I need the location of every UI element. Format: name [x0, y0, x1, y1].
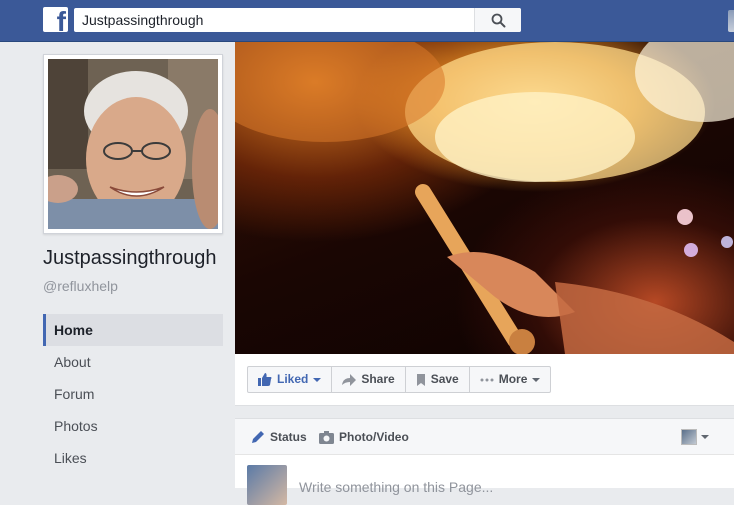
more-label: More: [498, 372, 528, 386]
top-bar: f: [0, 0, 734, 42]
composer-placeholder[interactable]: Write something on this Page...: [299, 479, 493, 495]
share-arrow-icon: [342, 373, 357, 386]
photo-video-label: Photo/Video: [339, 430, 409, 444]
tab-status[interactable]: Status: [251, 419, 307, 455]
save-button[interactable]: Save: [406, 367, 470, 392]
bookmark-icon: [416, 373, 425, 386]
cover-fire-illustration: [235, 42, 734, 354]
page-action-bar: Liked Share Save More: [235, 354, 734, 406]
nav-item-forum[interactable]: Forum: [43, 378, 223, 410]
chevron-down-icon: [313, 377, 322, 382]
search-input[interactable]: [74, 8, 474, 32]
tab-photo-video[interactable]: Photo/Video: [319, 419, 409, 455]
save-label: Save: [430, 372, 459, 386]
more-button[interactable]: More: [470, 367, 551, 392]
chevron-down-icon[interactable]: [701, 435, 709, 439]
facebook-logo-icon[interactable]: f: [43, 7, 68, 32]
pencil-icon: [252, 431, 264, 443]
camera-icon: [319, 430, 334, 444]
status-label: Status: [270, 430, 307, 444]
share-label: Share: [361, 372, 395, 386]
page-handle[interactable]: @refluxhelp: [43, 278, 118, 294]
liked-label: Liked: [277, 372, 309, 386]
profile-photo-illustration: [48, 59, 218, 229]
avatar: [247, 465, 287, 505]
chevron-down-icon: [532, 377, 541, 382]
nav-item-photos[interactable]: Photos: [43, 410, 223, 442]
search-icon: [491, 13, 506, 28]
nav-item-likes[interactable]: Likes: [43, 442, 223, 474]
account-avatar[interactable]: [728, 10, 734, 32]
cover-photo[interactable]: [235, 42, 734, 354]
logo-letter: f: [56, 7, 66, 33]
composer-tabs: Status Photo/Video: [235, 419, 734, 455]
search-box: [74, 8, 521, 32]
composer-body[interactable]: Write something on this Page...: [235, 455, 734, 505]
search-button[interactable]: [474, 8, 521, 32]
thumbs-up-icon: [258, 373, 272, 386]
profile-picture-frame[interactable]: [43, 54, 223, 234]
nav-item-home[interactable]: Home: [43, 314, 223, 346]
post-composer: Status Photo/Video Write something on th…: [235, 418, 734, 505]
page-nav: Home About Forum Photos Likes: [43, 314, 223, 474]
action-button-group: Liked Share Save More: [247, 366, 552, 393]
page-title[interactable]: Justpassingthrough: [43, 247, 216, 270]
ellipsis-icon: [480, 378, 494, 381]
liked-button[interactable]: Liked: [248, 367, 333, 392]
nav-item-about[interactable]: About: [43, 346, 223, 378]
share-button[interactable]: Share: [332, 367, 406, 392]
profile-picture: [48, 59, 218, 229]
posting-as-avatar[interactable]: [681, 429, 697, 445]
